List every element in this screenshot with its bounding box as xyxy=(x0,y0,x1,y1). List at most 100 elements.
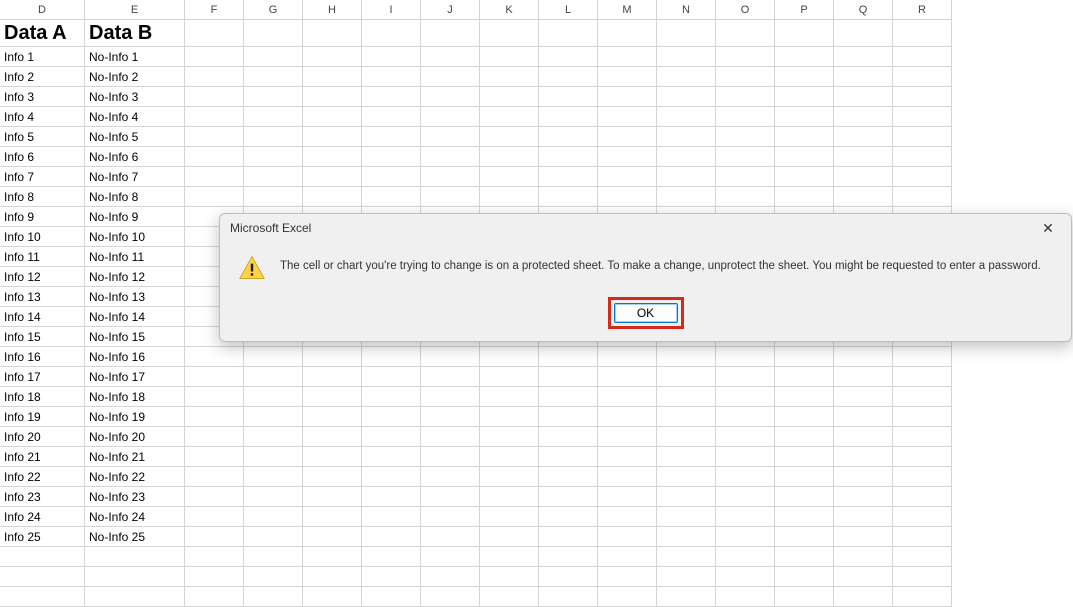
cell[interactable]: Info 11 xyxy=(0,247,85,267)
cell[interactable] xyxy=(716,447,775,467)
cell[interactable] xyxy=(244,447,303,467)
cell[interactable] xyxy=(362,107,421,127)
cell[interactable] xyxy=(539,167,598,187)
cell[interactable] xyxy=(303,567,362,587)
cell[interactable] xyxy=(480,107,539,127)
cell[interactable]: No-Info 5 xyxy=(85,127,185,147)
cell[interactable] xyxy=(185,367,244,387)
cell[interactable]: Info 13 xyxy=(0,287,85,307)
cell[interactable] xyxy=(716,147,775,167)
cell[interactable]: Info 23 xyxy=(0,487,85,507)
cell[interactable] xyxy=(775,367,834,387)
cell[interactable] xyxy=(362,447,421,467)
cell[interactable] xyxy=(598,107,657,127)
cell[interactable] xyxy=(893,107,952,127)
cell[interactable] xyxy=(893,487,952,507)
cell[interactable] xyxy=(185,467,244,487)
cell[interactable] xyxy=(480,147,539,167)
cell[interactable] xyxy=(185,147,244,167)
cell[interactable] xyxy=(303,507,362,527)
cell[interactable] xyxy=(657,407,716,427)
cell[interactable]: Info 14 xyxy=(0,307,85,327)
cell[interactable] xyxy=(480,587,539,607)
cell[interactable] xyxy=(185,87,244,107)
cell[interactable] xyxy=(185,387,244,407)
column-header-Q[interactable]: Q xyxy=(834,0,893,20)
cell[interactable] xyxy=(893,467,952,487)
cell[interactable] xyxy=(244,507,303,527)
cell[interactable] xyxy=(657,347,716,367)
cell[interactable] xyxy=(775,407,834,427)
column-header-M[interactable]: M xyxy=(598,0,657,20)
cell[interactable] xyxy=(775,587,834,607)
cell[interactable] xyxy=(893,507,952,527)
cell[interactable] xyxy=(480,567,539,587)
cell[interactable] xyxy=(480,547,539,567)
cell[interactable] xyxy=(893,387,952,407)
cell[interactable] xyxy=(775,167,834,187)
cell[interactable] xyxy=(775,527,834,547)
cell[interactable] xyxy=(185,487,244,507)
cell[interactable] xyxy=(893,587,952,607)
cell[interactable] xyxy=(716,467,775,487)
cell[interactable] xyxy=(834,67,893,87)
cell[interactable] xyxy=(539,507,598,527)
cell[interactable] xyxy=(480,67,539,87)
cell[interactable]: Info 22 xyxy=(0,467,85,487)
cell[interactable]: No-Info 19 xyxy=(85,407,185,427)
cell[interactable] xyxy=(539,387,598,407)
cell[interactable] xyxy=(244,467,303,487)
cell[interactable] xyxy=(716,387,775,407)
cell[interactable] xyxy=(716,87,775,107)
column-header-I[interactable]: I xyxy=(362,0,421,20)
cell[interactable] xyxy=(244,347,303,367)
cell[interactable] xyxy=(716,347,775,367)
cell[interactable] xyxy=(480,387,539,407)
cell[interactable] xyxy=(775,347,834,367)
cell[interactable] xyxy=(303,487,362,507)
cell[interactable] xyxy=(421,107,480,127)
cell[interactable] xyxy=(834,167,893,187)
cell[interactable] xyxy=(480,407,539,427)
cell[interactable] xyxy=(775,107,834,127)
cell[interactable] xyxy=(775,447,834,467)
cell[interactable] xyxy=(834,387,893,407)
cell[interactable] xyxy=(539,67,598,87)
cell[interactable] xyxy=(716,67,775,87)
cell[interactable]: No-Info 10 xyxy=(85,227,185,247)
column-header-N[interactable]: N xyxy=(657,0,716,20)
cell[interactable] xyxy=(716,187,775,207)
cell[interactable]: Info 24 xyxy=(0,507,85,527)
cell[interactable] xyxy=(598,147,657,167)
cell[interactable] xyxy=(480,20,539,47)
cell[interactable]: No-Info 16 xyxy=(85,347,185,367)
cell[interactable] xyxy=(362,147,421,167)
cell[interactable] xyxy=(775,87,834,107)
cell[interactable] xyxy=(480,507,539,527)
cell[interactable] xyxy=(244,427,303,447)
cell[interactable] xyxy=(716,20,775,47)
cell[interactable] xyxy=(303,20,362,47)
cell[interactable] xyxy=(834,487,893,507)
cell[interactable] xyxy=(480,527,539,547)
cell[interactable] xyxy=(893,407,952,427)
cell[interactable] xyxy=(539,147,598,167)
cell[interactable] xyxy=(598,407,657,427)
cell[interactable] xyxy=(244,587,303,607)
column-header-F[interactable]: F xyxy=(185,0,244,20)
cell[interactable] xyxy=(185,527,244,547)
cell[interactable]: Info 3 xyxy=(0,87,85,107)
cell[interactable] xyxy=(303,547,362,567)
cell[interactable] xyxy=(539,87,598,107)
cell[interactable]: No-Info 17 xyxy=(85,367,185,387)
cell[interactable] xyxy=(834,427,893,447)
cell[interactable] xyxy=(303,107,362,127)
cell[interactable] xyxy=(421,467,480,487)
cell[interactable] xyxy=(834,527,893,547)
cell[interactable] xyxy=(303,447,362,467)
cell[interactable] xyxy=(598,487,657,507)
cell[interactable] xyxy=(244,107,303,127)
cell[interactable] xyxy=(539,527,598,547)
cell[interactable] xyxy=(657,167,716,187)
cell[interactable] xyxy=(598,527,657,547)
